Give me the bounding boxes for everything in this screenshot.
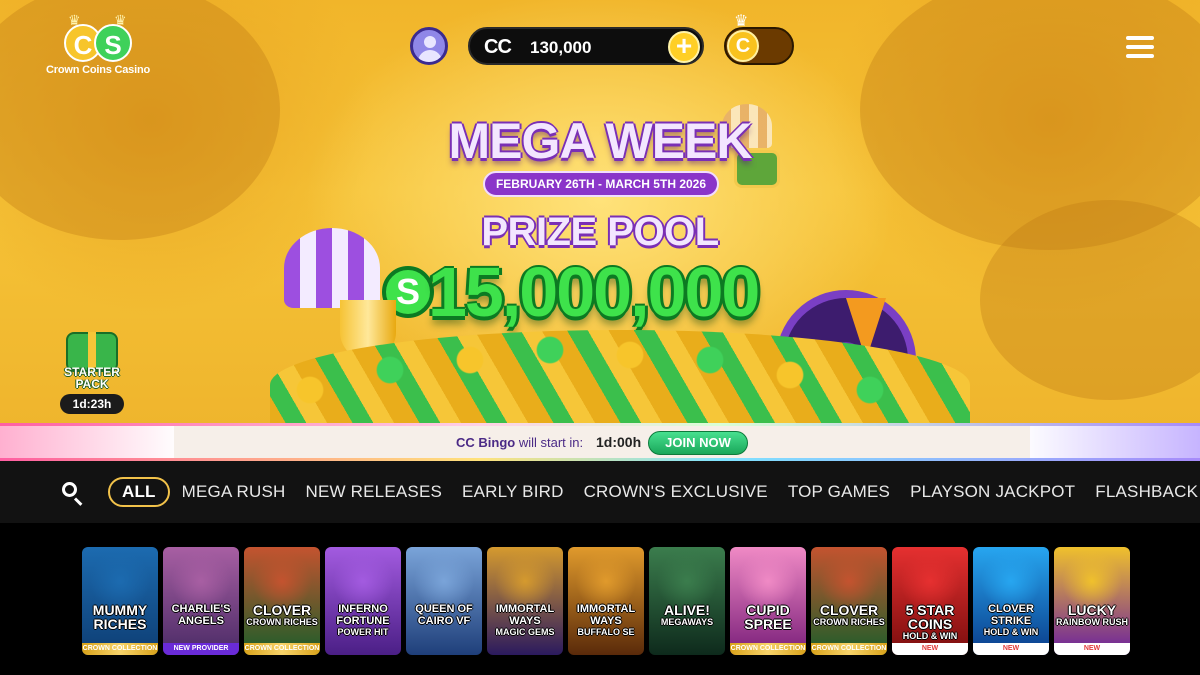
game-title: IMMORTAL WAYS MAGIC GEMS xyxy=(489,603,561,637)
game-thumbnail xyxy=(973,547,1049,655)
bingo-countdown: 1d:00h xyxy=(596,434,642,450)
cc-currency-icon: CC xyxy=(484,36,512,58)
game-subtitle: BUFFALO SE xyxy=(577,627,635,637)
game-thumbnail xyxy=(811,547,887,655)
game-title: CLOVER CROWN RICHES xyxy=(813,602,885,627)
game-subtitle: CROWN RICHES xyxy=(246,617,318,627)
game-subtitle: POWER HIT xyxy=(337,627,389,637)
starter-pack-timer: 1d:23h xyxy=(60,394,124,414)
coin-icon: C xyxy=(727,30,759,62)
game-tile[interactable]: MUMMY RICHES CROWN COLLECTION xyxy=(82,547,158,655)
game-tag-badge: NEW xyxy=(973,643,1049,655)
game-title: LUCKY RAINBOW RUSH xyxy=(1056,602,1128,627)
game-thumbnail xyxy=(82,547,158,655)
game-tile[interactable]: CLOVER CROWN RICHES CROWN COLLECTION xyxy=(244,547,320,655)
game-tag-badge: NEW PROVIDER xyxy=(163,643,239,655)
game-thumbnail xyxy=(325,547,401,655)
game-title: CLOVER CROWN RICHES xyxy=(246,602,318,627)
promo-title: MEGA WEEK xyxy=(448,113,752,169)
game-thumbnail xyxy=(406,547,482,655)
game-subtitle: CROWN RICHES xyxy=(813,617,885,627)
game-thumbnail xyxy=(649,547,725,655)
site-logo[interactable]: C S ♛ ♛ Crown Coins Casino xyxy=(42,10,154,80)
game-title: CUPID SPREE xyxy=(744,602,792,632)
tab-mega-rush[interactable]: MEGA RUSH xyxy=(182,477,286,507)
hamburger-menu-icon[interactable] xyxy=(1126,36,1154,58)
tab-early-bird[interactable]: EARLY BIRD xyxy=(462,477,564,507)
crown-icon: ♛ xyxy=(68,12,81,28)
game-tag-badge: CROWN COLLECTION xyxy=(730,643,806,655)
user-avatar-button[interactable] xyxy=(410,27,448,65)
game-title: 5 STAR COINS HOLD & WIN xyxy=(894,603,966,641)
starter-pack-offer[interactable]: STARTER PACK 1d:23h xyxy=(58,332,126,414)
currency-toggle[interactable]: ♛ C xyxy=(724,13,794,65)
game-tile[interactable]: INFERNO FORTUNE POWER HIT xyxy=(325,547,401,655)
game-title: MUMMY RICHES xyxy=(92,602,148,632)
crown-icon: ♛ xyxy=(114,12,127,28)
game-thumbnail xyxy=(244,547,320,655)
tab-flashback-fav[interactable]: FLASHBACK FAV xyxy=(1095,477,1200,507)
game-thumbnail xyxy=(487,547,563,655)
crown-icon: ♛ xyxy=(734,13,749,30)
game-title: IMMORTAL WAYS BUFFALO SE xyxy=(570,603,642,637)
prize-amount: 15,000,000 xyxy=(428,253,760,331)
bingo-start-label: will start in: xyxy=(518,435,584,450)
prize-pool-label: PRIZE POOL xyxy=(481,210,719,254)
game-subtitle: HOLD & WIN xyxy=(902,631,958,641)
game-title: CHARLIE'S ANGELS xyxy=(171,603,231,627)
game-tile[interactable]: CUPID SPREE CROWN COLLECTION xyxy=(730,547,806,655)
game-tag-badge: NEW xyxy=(1054,643,1130,655)
game-tag-badge: CROWN COLLECTION xyxy=(244,643,320,655)
tab-top-games[interactable]: TOP GAMES xyxy=(788,477,890,507)
hero-banner[interactable]: MEGA WEEK FEBRUARY 26TH - MARCH 5TH 2026… xyxy=(0,0,1200,425)
game-grid: MUMMY RICHES CROWN COLLECTION CHARLIE'S AN… xyxy=(82,547,1142,655)
game-thumbnail xyxy=(1054,547,1130,655)
game-thumbnail xyxy=(568,547,644,655)
game-subtitle: MAGIC GEMS xyxy=(495,627,555,637)
tab-all[interactable]: ALL xyxy=(108,477,170,507)
game-thumbnail xyxy=(730,547,806,655)
promo-dates: FEBRUARY 26TH - MARCH 5TH 2026 xyxy=(483,171,719,197)
game-tile[interactable]: CLOVER STRIKE HOLD & WIN NEW xyxy=(973,547,1049,655)
game-tag-badge: CROWN COLLECTION xyxy=(811,643,887,655)
starter-pack-label: PACK xyxy=(75,377,109,391)
game-tag-badge: NEW xyxy=(892,643,968,655)
join-now-button[interactable]: JOIN NOW xyxy=(648,431,748,455)
tab-crown-s-exclusive[interactable]: CROWN'S EXCLUSIVE xyxy=(584,477,768,507)
gold-coin-balance[interactable]: CC 130,000 + xyxy=(468,27,704,65)
buy-coins-button[interactable]: + xyxy=(668,31,700,63)
game-thumbnail xyxy=(163,547,239,655)
category-nav: ALL MEGA RUSH NEW RELEASES EARLY BIRD CROWN'… xyxy=(0,461,1200,523)
game-title: ALIVE! MEGAWAYS xyxy=(651,603,723,627)
tab-playson-jackpot[interactable]: PLAYSON JACKPOT xyxy=(910,477,1075,507)
game-tag-badge: CROWN COLLECTION xyxy=(82,643,158,655)
game-tile[interactable]: ALIVE! MEGAWAYS xyxy=(649,547,725,655)
bingo-announcement-bar: CC Bingo will start in: 1d:00h xyxy=(0,423,1200,461)
game-subtitle: HOLD & WIN xyxy=(983,627,1039,637)
game-title: INFERNO FORTUNE POWER HIT xyxy=(327,603,399,637)
logo-text: Crown Coins Casino xyxy=(46,64,150,76)
game-title: CLOVER STRIKE HOLD & WIN xyxy=(975,603,1047,637)
category-tabs: ALL MEGA RUSH NEW RELEASES EARLY BIRD CROWN'… xyxy=(108,477,1200,509)
search-icon[interactable] xyxy=(62,482,84,506)
tab-new-releases[interactable]: NEW RELEASES xyxy=(305,477,442,507)
game-tile[interactable]: IMMORTAL WAYS BUFFALO SE xyxy=(568,547,644,655)
game-tile[interactable]: 5 STAR COINS HOLD & WIN NEW xyxy=(892,547,968,655)
game-subtitle: RAINBOW RUSH xyxy=(1056,617,1128,627)
game-tile[interactable]: QUEEN OF CAIRO VF xyxy=(406,547,482,655)
game-tile[interactable]: LUCKY RAINBOW RUSH NEW xyxy=(1054,547,1130,655)
logo-coin-s: S xyxy=(94,24,132,62)
bingo-name: CC Bingo xyxy=(456,435,516,450)
game-title: QUEEN OF CAIRO VF xyxy=(415,603,473,627)
parachute-balloon-icon xyxy=(284,228,380,308)
balance-amount: 130,000 xyxy=(530,38,592,57)
game-subtitle: MEGAWAYS xyxy=(660,617,714,627)
game-tile[interactable]: IMMORTAL WAYS MAGIC GEMS xyxy=(487,547,563,655)
game-tile[interactable]: CLOVER CROWN RICHES CROWN COLLECTION xyxy=(811,547,887,655)
game-tile[interactable]: CHARLIE'S ANGELS NEW PROVIDER xyxy=(163,547,239,655)
